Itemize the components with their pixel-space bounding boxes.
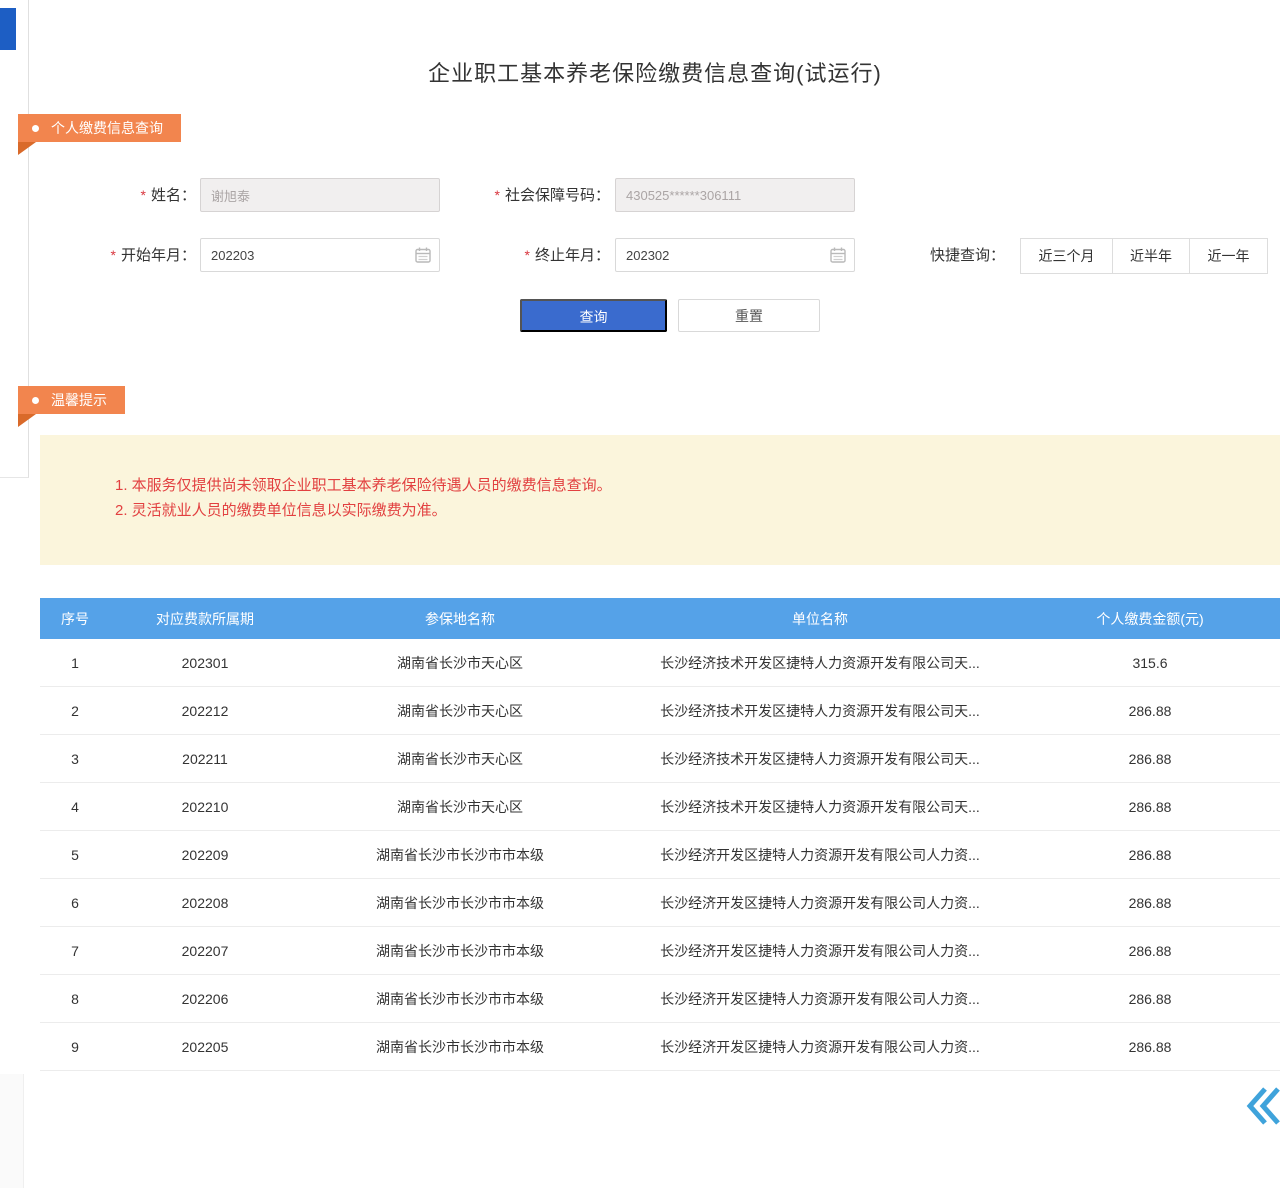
bullet-icon	[32, 125, 39, 132]
header-amount: 个人缴费金额(元)	[1020, 609, 1280, 629]
table-body: 1202301湖南省长沙市天心区长沙经济技术开发区捷特人力资源开发有限公司天..…	[40, 639, 1280, 1071]
page-title: 企业职工基本养老保险缴费信息查询(试运行)	[30, 56, 1280, 88]
table-cell: 湖南省长沙市长沙市市本级	[300, 893, 620, 913]
table-row: 5202209湖南省长沙市长沙市市本级长沙经济开发区捷特人力资源开发有限公司人力…	[40, 831, 1280, 879]
section-badge-tips: 温馨提示	[18, 386, 125, 414]
ssn-field[interactable]	[615, 178, 855, 212]
start-month-input[interactable]	[200, 238, 440, 272]
table-cell: 长沙经济开发区捷特人力资源开发有限公司人力资...	[620, 989, 1020, 1009]
table-header-row: 序号 对应费款所属期 参保地名称 单位名称 个人缴费金额(元)	[40, 598, 1280, 639]
table-cell: 长沙经济开发区捷特人力资源开发有限公司人力资...	[620, 941, 1020, 961]
table-cell: 湖南省长沙市长沙市市本级	[300, 941, 620, 961]
table-cell: 7	[40, 943, 110, 959]
required-mark: *	[525, 247, 530, 263]
section-badge-label: 温馨提示	[51, 390, 107, 410]
table-cell: 202207	[110, 943, 300, 959]
tips-notice-box: 1. 本服务仅提供尚未领取企业职工基本养老保险待遇人员的缴费信息查询。 2. 灵…	[40, 435, 1280, 565]
tips-line-2: 2. 灵活就业人员的缴费单位信息以实际缴费为准。	[115, 498, 447, 523]
table-cell: 202210	[110, 799, 300, 815]
table-row: 9202205湖南省长沙市长沙市市本级长沙经济开发区捷特人力资源开发有限公司人力…	[40, 1023, 1280, 1071]
end-month-input[interactable]	[615, 238, 855, 272]
table-cell: 286.88	[1020, 847, 1280, 863]
table-row: 2202212湖南省长沙市天心区长沙经济技术开发区捷特人力资源开发有限公司天..…	[40, 687, 1280, 735]
table-cell: 湖南省长沙市长沙市市本级	[300, 845, 620, 865]
calendar-icon[interactable]	[829, 246, 847, 264]
required-mark: *	[495, 187, 500, 203]
header-period: 对应费款所属期	[110, 609, 300, 629]
table-cell: 6	[40, 895, 110, 911]
table-cell: 湖南省长沙市长沙市市本级	[300, 989, 620, 1009]
table-cell: 286.88	[1020, 1039, 1280, 1055]
end-month-label: *终止年月：	[450, 238, 610, 272]
name-field[interactable]	[200, 178, 440, 212]
table-cell: 202211	[110, 751, 300, 767]
table-cell: 湖南省长沙市天心区	[300, 653, 620, 673]
required-mark: *	[141, 187, 146, 203]
header-seq: 序号	[40, 609, 110, 629]
table-row: 6202208湖南省长沙市长沙市市本级长沙经济开发区捷特人力资源开发有限公司人力…	[40, 879, 1280, 927]
tips-line-1: 1. 本服务仅提供尚未领取企业职工基本养老保险待遇人员的缴费信息查询。	[115, 473, 612, 498]
header-insured-place: 参保地名称	[300, 609, 620, 629]
table-cell: 286.88	[1020, 895, 1280, 911]
table-cell: 202205	[110, 1039, 300, 1055]
calendar-icon[interactable]	[414, 246, 432, 264]
reset-button[interactable]: 重置	[678, 299, 820, 332]
quick-btn-last-3-months[interactable]: 近三个月	[1020, 238, 1113, 274]
quick-btn-last-year[interactable]: 近一年	[1189, 238, 1268, 274]
table-cell: 202208	[110, 895, 300, 911]
results-table: 序号 对应费款所属期 参保地名称 单位名称 个人缴费金额(元) 1202301湖…	[40, 598, 1280, 1071]
table-cell: 长沙经济开发区捷特人力资源开发有限公司人力资...	[620, 845, 1020, 865]
table-cell: 3	[40, 751, 110, 767]
table-row: 8202206湖南省长沙市长沙市市本级长沙经济开发区捷特人力资源开发有限公司人力…	[40, 975, 1280, 1023]
table-row: 7202207湖南省长沙市长沙市市本级长沙经济开发区捷特人力资源开发有限公司人力…	[40, 927, 1280, 975]
section-badge-label: 个人缴费信息查询	[51, 118, 163, 138]
table-cell: 湖南省长沙市天心区	[300, 701, 620, 721]
table-cell: 长沙经济开发区捷特人力资源开发有限公司人力资...	[620, 1037, 1020, 1057]
table-cell: 8	[40, 991, 110, 1007]
quick-btn-last-half-year[interactable]: 近半年	[1112, 238, 1190, 274]
table-row: 1202301湖南省长沙市天心区长沙经济技术开发区捷特人力资源开发有限公司天..…	[40, 639, 1280, 687]
ribbon-fold-decoration	[18, 414, 36, 427]
table-row: 3202211湖南省长沙市天心区长沙经济技术开发区捷特人力资源开发有限公司天..…	[40, 735, 1280, 783]
table-cell: 湖南省长沙市天心区	[300, 749, 620, 769]
table-cell: 1	[40, 655, 110, 671]
page: 企业职工基本养老保险缴费信息查询(试运行) 个人缴费信息查询 *姓名： *社会保…	[0, 0, 1280, 1188]
table-cell: 286.88	[1020, 799, 1280, 815]
table-cell: 长沙经济技术开发区捷特人力资源开发有限公司天...	[620, 797, 1020, 817]
table-cell: 长沙经济开发区捷特人力资源开发有限公司人力资...	[620, 893, 1020, 913]
table-cell: 286.88	[1020, 751, 1280, 767]
table-cell: 长沙经济技术开发区捷特人力资源开发有限公司天...	[620, 653, 1020, 673]
left-sidebar-rail-bottom	[0, 1074, 24, 1188]
table-cell: 202301	[110, 655, 300, 671]
name-label: *姓名：	[76, 178, 196, 212]
table-cell: 4	[40, 799, 110, 815]
table-cell: 286.88	[1020, 943, 1280, 959]
header-employer: 单位名称	[620, 609, 1020, 629]
ssn-label: *社会保障号码：	[450, 178, 610, 212]
table-cell: 5	[40, 847, 110, 863]
table-cell: 9	[40, 1039, 110, 1055]
sidebar-tab-marker[interactable]	[0, 8, 16, 50]
table-cell: 202209	[110, 847, 300, 863]
double-chevron-left-icon[interactable]	[1243, 1083, 1280, 1129]
table-cell: 202212	[110, 703, 300, 719]
table-cell: 286.88	[1020, 991, 1280, 1007]
section-badge-personal-query: 个人缴费信息查询	[18, 114, 181, 142]
table-cell: 长沙经济技术开发区捷特人力资源开发有限公司天...	[620, 701, 1020, 721]
table-row: 4202210湖南省长沙市天心区长沙经济技术开发区捷特人力资源开发有限公司天..…	[40, 783, 1280, 831]
table-cell: 2	[40, 703, 110, 719]
ribbon-fold-decoration	[18, 142, 36, 155]
table-cell: 286.88	[1020, 703, 1280, 719]
query-button[interactable]: 查询	[520, 299, 667, 332]
table-cell: 315.6	[1020, 655, 1280, 671]
start-month-label: *开始年月：	[76, 238, 196, 272]
table-cell: 202206	[110, 991, 300, 1007]
quick-query-label: 快捷查询：	[930, 239, 1005, 273]
required-mark: *	[111, 247, 116, 263]
bullet-icon	[32, 397, 39, 404]
table-cell: 长沙经济技术开发区捷特人力资源开发有限公司天...	[620, 749, 1020, 769]
table-cell: 湖南省长沙市天心区	[300, 797, 620, 817]
table-cell: 湖南省长沙市长沙市市本级	[300, 1037, 620, 1057]
